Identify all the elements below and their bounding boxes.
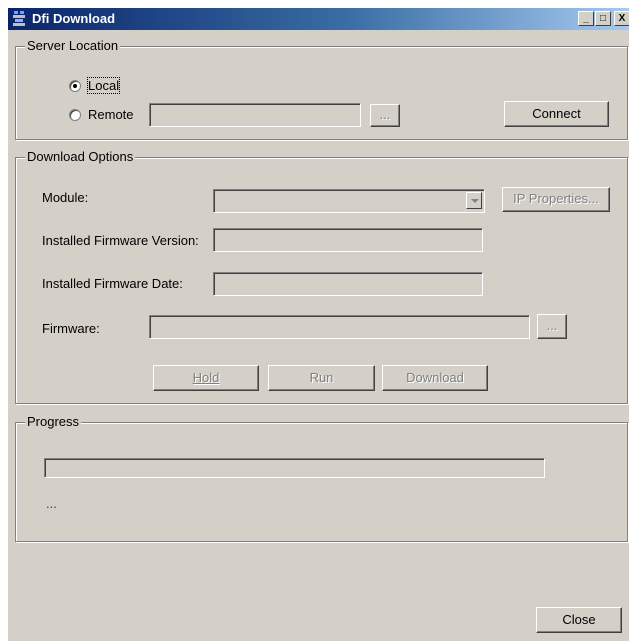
installed-version-field <box>213 228 483 252</box>
firmware-browse-button[interactable]: ... <box>537 314 567 339</box>
remote-server-input[interactable] <box>149 103 361 127</box>
installed-date-label: Installed Firmware Date: <box>42 276 183 291</box>
maximize-button[interactable]: □ <box>595 11 611 26</box>
installed-version-label: Installed Firmware Version: <box>42 233 199 248</box>
progress-bar <box>44 458 545 478</box>
ip-properties-button[interactable]: IP Properties... <box>502 187 610 212</box>
remote-radio[interactable] <box>69 109 81 121</box>
installed-date-field <box>213 272 483 296</box>
title-bar[interactable]: Dfi Download _ □ X <box>8 8 629 30</box>
chevron-down-icon[interactable] <box>466 192 482 209</box>
server-location-legend: Server Location <box>25 38 121 53</box>
run-button-label: Run <box>309 370 334 385</box>
remote-browse-button[interactable]: ... <box>370 104 400 127</box>
window-title: Dfi Download <box>32 11 116 26</box>
dfi-download-window: Dfi Download _ □ X Server Location Local… <box>8 8 629 641</box>
firmware-path-input[interactable] <box>149 315 530 339</box>
close-button[interactable]: Close <box>536 607 622 633</box>
progress-status-text: ... <box>46 496 57 511</box>
hold-button-label: Hold <box>192 370 220 385</box>
module-label: Module: <box>42 190 89 205</box>
progress-group: Progress <box>15 414 628 542</box>
minimize-button[interactable]: _ <box>578 11 594 26</box>
connect-button[interactable]: Connect <box>504 101 609 127</box>
radio-selected-dot <box>73 84 77 88</box>
remote-radio-label[interactable]: Remote <box>88 107 134 122</box>
download-button[interactable]: Download <box>382 365 488 391</box>
hold-button[interactable]: Hold <box>153 365 259 391</box>
local-radio-label[interactable]: Local <box>86 77 121 94</box>
close-window-button[interactable]: X <box>614 11 629 26</box>
local-radio[interactable] <box>69 80 81 92</box>
module-dropdown[interactable] <box>213 189 485 213</box>
app-icon <box>13 11 25 26</box>
run-button[interactable]: Run <box>268 365 375 391</box>
progress-legend: Progress <box>25 414 82 429</box>
download-options-legend: Download Options <box>25 149 136 164</box>
firmware-label: Firmware: <box>42 321 100 336</box>
